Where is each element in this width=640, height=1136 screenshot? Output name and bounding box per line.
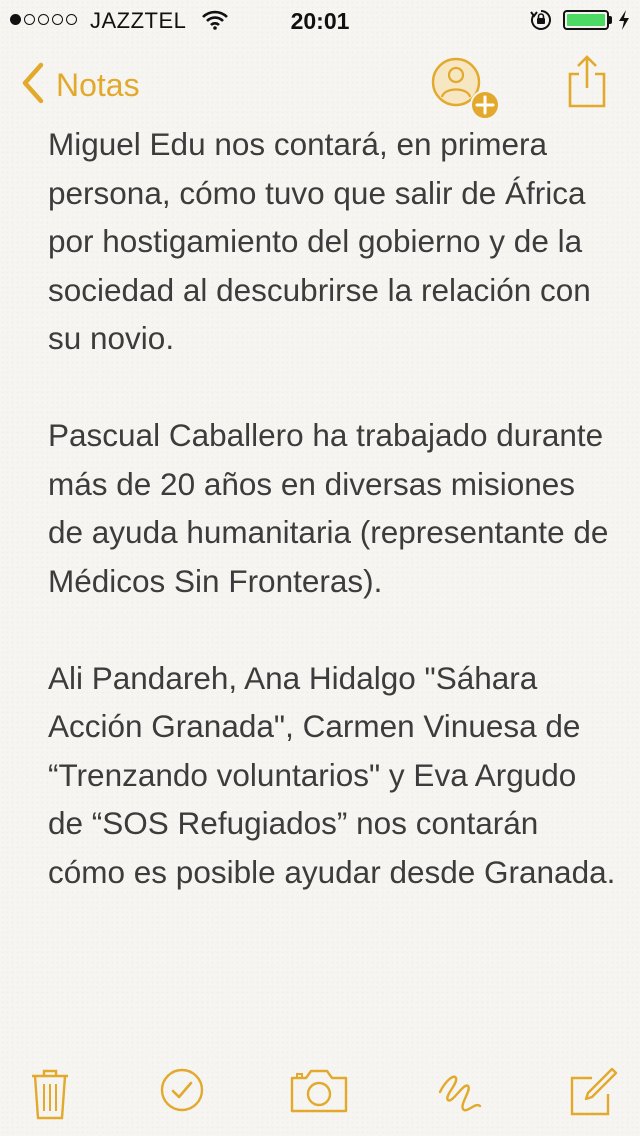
checklist-icon (158, 1068, 206, 1118)
battery-icon (563, 10, 609, 30)
charging-bolt-icon (617, 9, 631, 37)
share-icon (566, 55, 608, 114)
bottom-toolbar (0, 1060, 640, 1130)
add-person-button[interactable] (430, 56, 504, 127)
sketch-icon (436, 1075, 484, 1122)
navigation-bar: Notas (0, 44, 640, 124)
back-button[interactable]: Notas (20, 62, 140, 109)
note-paragraph: Miguel Edu nos contará, en primera perso… (48, 126, 591, 356)
note-paragraph: Pascual Caballero ha trabajado durante m… (48, 417, 609, 599)
compose-button[interactable] (568, 1066, 618, 1123)
status-bar: JAZZTEL 20:01 (0, 0, 640, 40)
note-paragraph: Ali Pandareh, Ana Hidalgo "Sáhara Acción… (48, 659, 616, 890)
rotation-lock-icon (530, 9, 552, 37)
camera-icon (289, 1069, 349, 1120)
sketch-button[interactable] (436, 1066, 484, 1123)
battery-cap (609, 16, 612, 24)
delete-button[interactable] (30, 1066, 70, 1127)
chevron-left-icon (20, 62, 46, 109)
back-label: Notas (56, 67, 140, 103)
note-text-area[interactable]: Miguel Edu nos contará, en primera perso… (48, 120, 618, 896)
checklist-button[interactable] (158, 1066, 206, 1119)
share-button[interactable] (566, 54, 608, 115)
trash-icon (30, 1069, 70, 1126)
camera-button[interactable] (289, 1066, 349, 1121)
compose-icon (568, 1067, 618, 1122)
